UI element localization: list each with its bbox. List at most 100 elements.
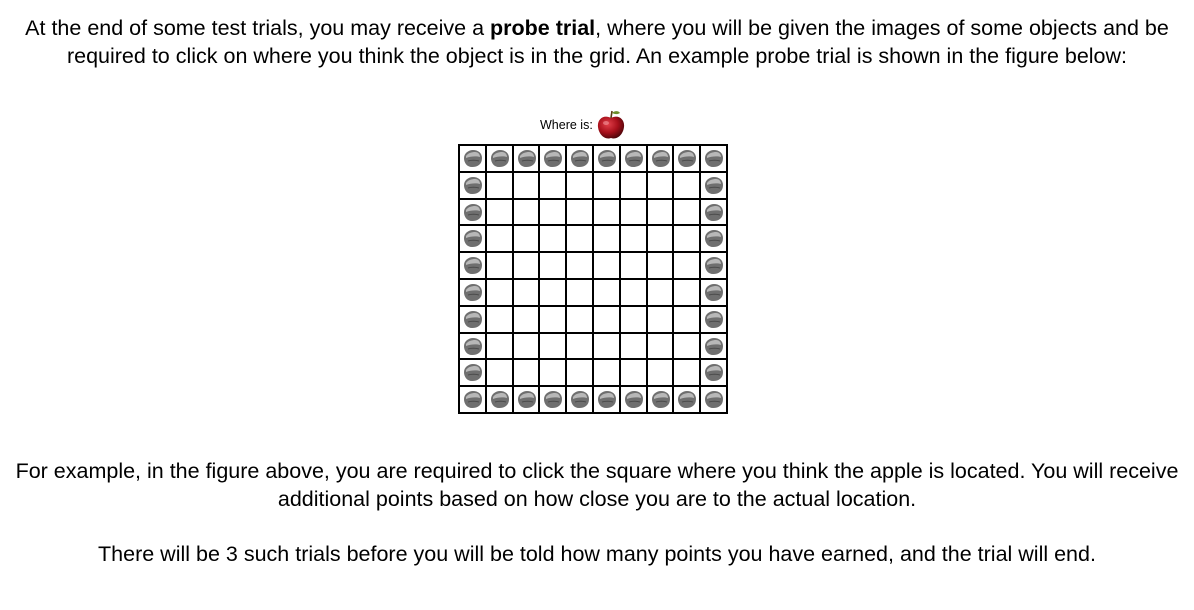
grid-cell[interactable] xyxy=(539,198,567,226)
grid-cell[interactable] xyxy=(700,305,727,333)
grid-cell[interactable] xyxy=(539,225,567,253)
grid-cell[interactable] xyxy=(539,171,567,199)
grid-cell[interactable] xyxy=(512,332,540,360)
grid-cell[interactable] xyxy=(485,252,513,279)
grid-cell[interactable] xyxy=(592,278,620,306)
grid-cell[interactable] xyxy=(539,145,567,172)
grid-cell[interactable] xyxy=(485,386,513,413)
grid-cell[interactable] xyxy=(566,305,593,333)
grid-cell[interactable] xyxy=(512,145,540,172)
grid-cell[interactable] xyxy=(673,359,701,387)
grid-cell[interactable] xyxy=(512,252,540,279)
grid-cell[interactable] xyxy=(459,332,486,360)
grid-cell[interactable] xyxy=(459,145,486,172)
grid-cell[interactable] xyxy=(700,359,727,387)
grid-cell[interactable] xyxy=(700,278,727,306)
grid-cell[interactable] xyxy=(592,305,620,333)
grid-cell[interactable] xyxy=(619,305,647,333)
grid-cell[interactable] xyxy=(700,332,727,360)
grid-cell[interactable] xyxy=(459,305,486,333)
grid-cell[interactable] xyxy=(512,386,540,413)
grid-cell[interactable] xyxy=(512,305,540,333)
grid-cell[interactable] xyxy=(592,332,620,360)
grid-cell[interactable] xyxy=(646,225,674,253)
grid-cell[interactable] xyxy=(485,359,513,387)
grid-cell[interactable] xyxy=(539,305,567,333)
grid-cell[interactable] xyxy=(512,171,540,199)
grid-cell[interactable] xyxy=(646,332,674,360)
grid-cell[interactable] xyxy=(700,225,727,253)
grid-cell[interactable] xyxy=(700,145,727,172)
grid-cell[interactable] xyxy=(592,225,620,253)
grid-cell[interactable] xyxy=(512,278,540,306)
grid-cell[interactable] xyxy=(700,252,727,279)
grid-cell[interactable] xyxy=(566,225,593,253)
grid-cell[interactable] xyxy=(566,359,593,387)
grid-cell[interactable] xyxy=(646,359,674,387)
grid-cell[interactable] xyxy=(566,145,593,172)
grid-cell[interactable] xyxy=(459,225,486,253)
grid-cell[interactable] xyxy=(485,332,513,360)
grid-cell[interactable] xyxy=(700,171,727,199)
grid-cell[interactable] xyxy=(539,386,567,413)
grid-cell[interactable] xyxy=(539,278,567,306)
grid-cell[interactable] xyxy=(566,332,593,360)
grid-cell[interactable] xyxy=(619,359,647,387)
grid-cell[interactable] xyxy=(619,145,647,172)
grid-cell[interactable] xyxy=(619,198,647,226)
grid-cell[interactable] xyxy=(485,278,513,306)
grid-cell[interactable] xyxy=(566,171,593,199)
grid-cell[interactable] xyxy=(592,198,620,226)
grid-cell[interactable] xyxy=(673,305,701,333)
grid-cell[interactable] xyxy=(459,278,486,306)
grid-cell[interactable] xyxy=(512,225,540,253)
grid-cell[interactable] xyxy=(646,278,674,306)
grid-cell[interactable] xyxy=(619,225,647,253)
grid-cell[interactable] xyxy=(539,332,567,360)
grid-cell[interactable] xyxy=(566,386,593,413)
grid-cell[interactable] xyxy=(673,386,701,413)
grid-cell[interactable] xyxy=(485,145,513,172)
grid-cell[interactable] xyxy=(673,198,701,226)
grid-cell[interactable] xyxy=(646,198,674,226)
grid-cell[interactable] xyxy=(485,198,513,226)
grid-cell[interactable] xyxy=(592,145,620,172)
grid-cell[interactable] xyxy=(700,198,727,226)
grid-cell[interactable] xyxy=(673,252,701,279)
grid-cell[interactable] xyxy=(646,252,674,279)
grid-cell[interactable] xyxy=(512,198,540,226)
grid-cell[interactable] xyxy=(566,252,593,279)
grid-cell[interactable] xyxy=(673,225,701,253)
grid-cell[interactable] xyxy=(619,278,647,306)
grid-cell[interactable] xyxy=(459,386,486,413)
grid-cell[interactable] xyxy=(459,359,486,387)
grid-cell[interactable] xyxy=(485,305,513,333)
grid-cell[interactable] xyxy=(566,278,593,306)
grid-cell[interactable] xyxy=(592,359,620,387)
grid-cell[interactable] xyxy=(619,252,647,279)
grid-cell[interactable] xyxy=(700,386,727,413)
grid-cell[interactable] xyxy=(485,225,513,253)
grid-cell[interactable] xyxy=(539,359,567,387)
grid-cell[interactable] xyxy=(539,252,567,279)
grid-cell[interactable] xyxy=(673,332,701,360)
grid-cell[interactable] xyxy=(459,171,486,199)
grid-cell[interactable] xyxy=(592,386,620,413)
grid-cell[interactable] xyxy=(673,145,701,172)
grid-cell[interactable] xyxy=(619,386,647,413)
grid-cell[interactable] xyxy=(592,171,620,199)
grid-cell[interactable] xyxy=(646,305,674,333)
grid-cell[interactable] xyxy=(459,198,486,226)
grid-cell[interactable] xyxy=(619,171,647,199)
grid-cell[interactable] xyxy=(485,171,513,199)
grid-cell[interactable] xyxy=(646,171,674,199)
grid-cell[interactable] xyxy=(459,252,486,279)
grid-cell[interactable] xyxy=(646,145,674,172)
grid-cell[interactable] xyxy=(673,278,701,306)
grid-cell[interactable] xyxy=(512,359,540,387)
grid-cell[interactable] xyxy=(673,171,701,199)
grid-cell[interactable] xyxy=(646,386,674,413)
grid-cell[interactable] xyxy=(592,252,620,279)
grid-cell[interactable] xyxy=(566,198,593,226)
grid-cell[interactable] xyxy=(619,332,647,360)
